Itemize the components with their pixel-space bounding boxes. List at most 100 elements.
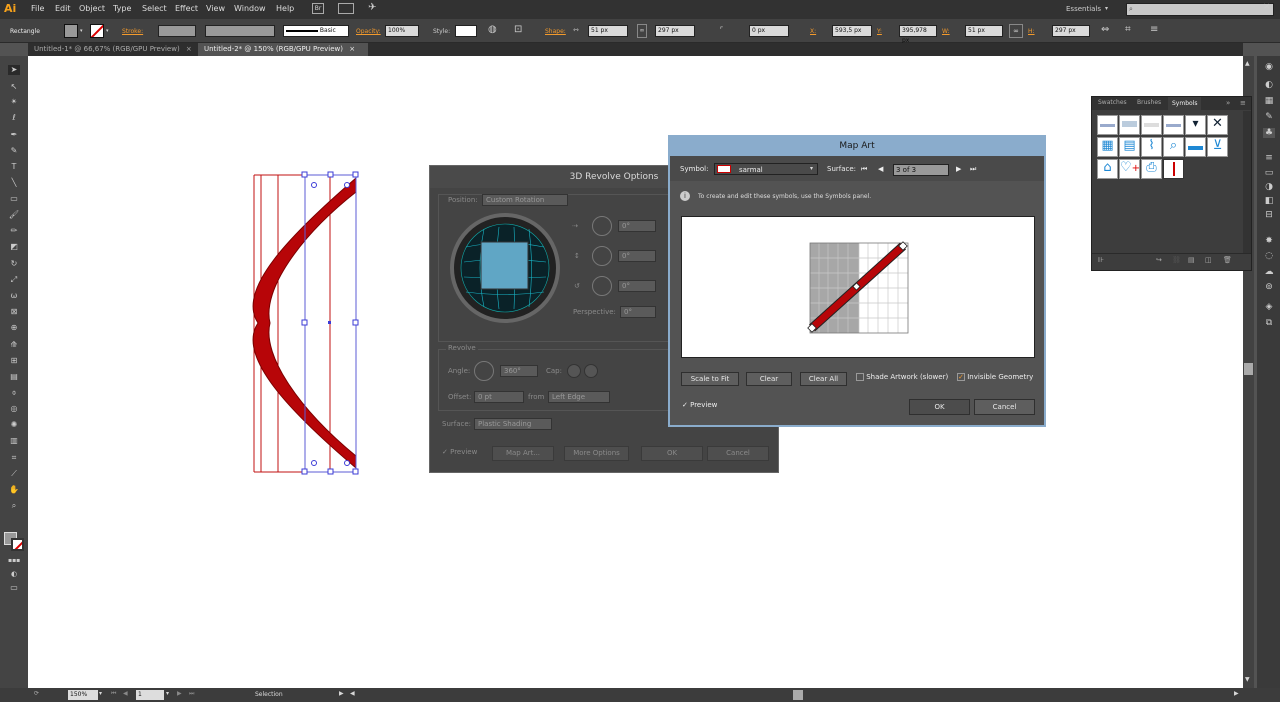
pen-tool-icon[interactable]: ✒ (8, 130, 20, 140)
break-link-icon[interactable]: ⛓ (1172, 256, 1181, 264)
offset-field[interactable]: 0 pt (474, 391, 524, 403)
y-label[interactable]: Y: (877, 28, 882, 35)
stroke-icon[interactable]: ≡ (1263, 153, 1275, 163)
panel-menu-icon[interactable]: ≡ (1240, 99, 1246, 107)
close-window-button[interactable]: × (1263, 2, 1271, 12)
rotation-trackball[interactable] (450, 213, 560, 323)
zoom-field[interactable]: 150% (68, 690, 98, 700)
symbol-library-icon[interactable]: ⊪ (1098, 256, 1104, 264)
next-surface-button[interactable]: ▶ (956, 165, 961, 173)
swatches-icon[interactable]: ▦ (1263, 96, 1275, 106)
from-select[interactable]: Left Edge (548, 391, 610, 403)
x-rotation-field[interactable]: 0° (618, 220, 656, 232)
symbols-scrollbar[interactable] (1243, 111, 1251, 253)
symbol-magnifier[interactable]: ⌕ (1163, 137, 1184, 157)
opacity-field[interactable]: 100% (385, 25, 419, 37)
status-menu-icon[interactable]: ▶ (339, 690, 344, 697)
last-surface-button[interactable]: ⏭ (970, 165, 976, 174)
stroke-swatch[interactable] (90, 24, 104, 38)
gradient-icon[interactable]: ▭ (1263, 168, 1275, 178)
angle-field[interactable]: 360° (500, 365, 538, 377)
x-field[interactable]: 593,5 px (832, 25, 872, 37)
status-mode[interactable]: Selection (255, 691, 283, 698)
symbol-calendar[interactable]: ▦ (1097, 137, 1118, 157)
transform-icon[interactable]: ⇔ (1101, 24, 1109, 35)
rotate-tool-icon[interactable]: ↻ (8, 259, 20, 269)
color-guide-icon[interactable]: ◐ (1263, 80, 1275, 90)
revolve-cancel-button[interactable]: Cancel (707, 446, 769, 461)
draw-mode-icon[interactable]: ◐ (8, 569, 20, 579)
symbol-close[interactable]: ✕ (1207, 115, 1228, 135)
chevron-down-icon[interactable]: ▾ (99, 690, 102, 697)
magic-wand-tool-icon[interactable]: ✴ (8, 97, 20, 107)
close-icon[interactable]: × (186, 45, 192, 53)
cap-on-button[interactable] (567, 364, 581, 378)
surface-field[interactable]: 3 of 3 (893, 164, 949, 176)
symbol-banner-3[interactable] (1141, 115, 1162, 135)
eraser-tool-icon[interactable]: ◩ (8, 242, 20, 252)
delete-symbol-icon[interactable]: 🗑 (1223, 256, 1232, 264)
symbol-banner-4[interactable] (1163, 115, 1184, 135)
z-rotation-dial[interactable] (592, 276, 612, 296)
recolor-icon[interactable]: ◍ (488, 24, 497, 35)
graphic-styles-icon[interactable]: ◧ (1263, 196, 1275, 206)
preview-checkbox[interactable]: ✓ Preview (442, 448, 477, 456)
first-surface-button[interactable]: ⏮ (861, 165, 867, 174)
position-select[interactable]: Custom Rotation (482, 194, 568, 206)
bridge-button[interactable]: Br (312, 3, 324, 14)
transparency-icon[interactable]: ◑ (1263, 182, 1275, 192)
appearance-panel-icon[interactable]: ✸ (1263, 236, 1275, 246)
shape-label[interactable]: Shape: (545, 28, 566, 35)
shade-artwork-checkbox[interactable]: Shade Artwork (slower) (856, 373, 948, 381)
symbol-film[interactable]: ▤ (1119, 137, 1140, 157)
prev-surface-button[interactable]: ◀ (878, 165, 883, 173)
blend-tool-icon[interactable]: ◎ (8, 404, 20, 414)
opacity-label[interactable]: Opacity: (356, 28, 381, 35)
stroke-label[interactable]: Stroke: (122, 28, 143, 35)
type-tool-icon[interactable]: T (8, 162, 20, 172)
rotate-view-icon[interactable]: ⟳ (34, 690, 39, 697)
appearance-icon[interactable]: ◉ (1263, 62, 1275, 72)
tab-brushes[interactable]: Brushes (1137, 99, 1161, 106)
x-label[interactable]: X: (810, 28, 816, 35)
scroll-up-icon[interactable]: ▲ (1245, 60, 1250, 67)
workspace-switcher[interactable]: Essentials (1066, 5, 1101, 13)
scroll-thumb[interactable] (1244, 363, 1253, 375)
symbol-home[interactable]: ⌂ (1097, 159, 1118, 179)
hand-tool-icon[interactable]: ✋ (8, 485, 20, 495)
menu-select[interactable]: Select (142, 4, 167, 13)
chevron-down-icon[interactable]: ▾ (80, 28, 83, 34)
constrain-proportions-icon[interactable]: ∞ (1009, 24, 1023, 38)
invisible-geometry-checkbox[interactable]: ✓ Invisible Geometry (957, 373, 1033, 381)
map-preview-checkbox[interactable]: ✓ Preview (682, 401, 717, 409)
stroke-weight-field[interactable] (158, 25, 196, 37)
menu-effect[interactable]: Effect (175, 4, 198, 13)
menu-edit[interactable]: Edit (55, 4, 71, 13)
pencil-tool-icon[interactable]: ✏ (8, 226, 20, 236)
selection-tool-icon[interactable]: ➤ (8, 65, 20, 75)
horizontal-scroll-thumb[interactable] (793, 690, 803, 700)
symbol-banner-1[interactable] (1097, 115, 1118, 135)
panel-menu-icon[interactable]: ≡ (1150, 24, 1158, 35)
chevron-down-icon[interactable]: ▾ (810, 165, 813, 172)
tab-swatches[interactable]: Swatches (1098, 99, 1127, 106)
h-label[interactable]: H: (1028, 28, 1035, 35)
map-art-cancel-button[interactable]: Cancel (974, 399, 1035, 415)
menu-view[interactable]: View (206, 4, 225, 13)
scroll-down-icon[interactable]: ▼ (1245, 676, 1250, 683)
direct-selection-tool-icon[interactable]: ↖ (8, 82, 20, 92)
align-icon[interactable]: ⊡ (514, 24, 522, 35)
link-icon[interactable]: ∞ (637, 24, 647, 38)
w-label[interactable]: W: (942, 28, 950, 35)
symbol-rss[interactable]: ⌇ (1141, 137, 1162, 157)
surface-select[interactable]: Plastic Shading (474, 418, 552, 430)
w-field[interactable]: 51 px (965, 25, 1003, 37)
graphic-style-picker[interactable] (455, 25, 477, 37)
prev-artboard-icon[interactable]: ◀ (123, 690, 128, 697)
clear-button[interactable]: Clear (746, 372, 792, 386)
fill-swatch[interactable] (64, 24, 78, 38)
mesh-tool-icon[interactable]: ⊞ (8, 356, 20, 366)
symbol-select[interactable]: sarmal (714, 163, 818, 175)
clear-all-button[interactable]: Clear All (800, 372, 847, 386)
first-artboard-icon[interactable]: ⏮ (111, 690, 116, 698)
